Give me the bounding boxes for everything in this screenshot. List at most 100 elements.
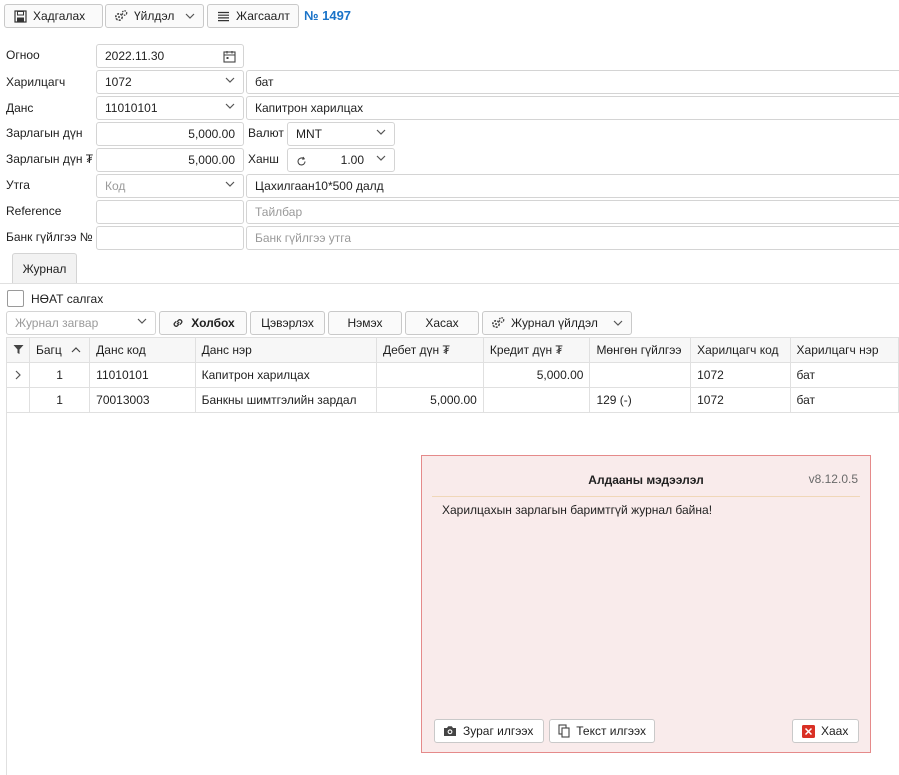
send-image-label: Зураг илгээх [463,724,534,738]
link-button-label: Холбох [191,316,235,330]
account-name-value: Капитрон харилцах [255,101,364,115]
journal-grid: Багц Данс код Данс нэр Дебет дүн ₮ Креди… [6,337,899,413]
dialog-title: Алдааны мэдээлэл [588,473,704,487]
account-code-value: 11010101 [105,101,158,115]
account-name-field[interactable]: Капитрон харилцах [246,96,899,120]
tab-divider [0,283,899,284]
purpose-label: Утга [6,178,30,192]
error-dialog: Алдааны мэдээлэл v8.12.0.5 Харилцахын за… [421,455,871,753]
currency-select[interactable]: MNT [287,122,395,146]
clear-button-label: Цэвэрлэх [261,316,314,330]
save-button[interactable]: Хадгалах [4,4,103,28]
cell-batch[interactable]: 1 [28,362,91,388]
clear-button[interactable]: Цэвэрлэх [250,311,325,335]
account-code-select[interactable]: 11010101 [96,96,244,120]
purpose-text-value: Цахилгаан10*500 далд [255,179,384,193]
dialog-divider [432,496,860,497]
amount-mnt-input[interactable]: 5,000.00 [96,148,244,172]
cell-account-code[interactable]: 70013003 [89,387,196,413]
bank-tx-desc-input[interactable]: Банк гүйлгээ утга [246,226,899,250]
gears-icon [491,316,505,330]
cell-cash-flow[interactable]: 129 (-) [589,387,692,413]
filter-icon[interactable] [11,342,25,356]
column-header-batch-label: Багц [36,342,62,357]
list-button[interactable]: Жагсаалт [207,4,299,28]
description-input[interactable]: Тайлбар [246,200,899,224]
cell-account-name[interactable]: Капитрон харилцах [194,362,378,388]
dialog-message: Харилцахын зарлагын баримтгүй журнал бай… [442,503,713,517]
add-button[interactable]: Нэмэх [328,311,402,335]
add-button-label: Нэмэх [347,316,383,330]
chevron-down-icon [376,129,386,135]
table-row[interactable]: 1 11010101 Капитрон харилцах 5,000.00 10… [6,362,899,388]
cell-cash-flow[interactable] [589,362,692,388]
cell-batch[interactable]: 1 [28,387,91,413]
tab-journal-label: Журнал [22,261,67,276]
refresh-icon[interactable] [294,154,308,168]
save-button-label: Хадгалах [33,9,86,23]
bank-tx-input[interactable] [96,226,244,250]
date-label: Огноо [6,48,40,62]
partner-name-value: бат [255,75,274,89]
purpose-code-select[interactable]: Код [96,174,244,198]
rate-input[interactable]: 1.00 [287,148,395,172]
amount-mnt-value: 5,000.00 [188,153,235,167]
purpose-text-field[interactable]: Цахилгаан10*500 далд [246,174,899,198]
partner-name-field[interactable]: бат [246,70,899,94]
cell-debit[interactable] [376,362,484,388]
cell-debit[interactable]: 5,000.00 [376,387,484,413]
cell-account-name[interactable]: Банкны шимтгэлийн зардал [194,387,378,413]
list-icon [216,9,230,23]
amount-input[interactable]: 5,000.00 [96,122,244,146]
vat-checkbox[interactable] [7,290,24,307]
bank-tx-label: Банк гүйлгээ № [6,230,93,244]
chevron-down-icon [376,155,386,161]
link-icon [171,316,185,330]
journal-template-select[interactable]: Журнал загвар [6,311,156,335]
rate-label: Ханш [248,152,279,166]
chevron-down-icon [225,77,235,83]
close-button[interactable]: Хаах [792,719,859,743]
cell-credit[interactable] [482,387,591,413]
cell-partner-name[interactable]: бат [789,387,899,413]
link-button[interactable]: Холбох [159,311,247,335]
calendar-icon[interactable] [222,49,236,63]
column-header-cash-flow[interactable]: Мөнгөн гүйлгээ [589,337,692,363]
bank-tx-desc-placeholder: Банк гүйлгээ утга [255,231,352,245]
send-image-button[interactable]: Зураг илгээх [434,719,544,743]
journal-template-placeholder: Журнал загвар [15,316,99,330]
cell-account-code[interactable]: 11010101 [89,362,196,388]
reference-label: Reference [6,204,62,218]
date-input[interactable]: 2022.11.30 [96,44,244,68]
partner-code-value: 1072 [105,75,132,89]
close-label: Хаах [821,724,849,738]
row-expander[interactable] [6,362,30,388]
cell-credit[interactable]: 5,000.00 [482,362,591,388]
cell-partner-name[interactable]: бат [789,362,899,388]
list-button-label: Жагсаалт [236,9,290,23]
gears-icon [114,9,128,23]
chevron-right-icon[interactable] [11,368,25,382]
partner-code-select[interactable]: 1072 [96,70,244,94]
filter-cell[interactable] [6,337,30,363]
journal-action-dropdown[interactable]: Журнал үйлдэл [482,311,632,335]
tab-journal[interactable]: Журнал [12,253,77,283]
cell-partner-code[interactable]: 1072 [690,362,791,388]
remove-button[interactable]: Хасах [405,311,479,335]
column-header-credit[interactable]: Кредит дүн ₮ [482,337,591,363]
amount-value: 5,000.00 [188,127,235,141]
reference-input[interactable] [96,200,244,224]
column-header-account-code[interactable]: Данс код [89,337,196,363]
column-header-batch[interactable]: Багц [28,337,91,363]
actions-dropdown-button[interactable]: Үйлдэл [105,4,204,28]
column-header-partner-name[interactable]: Харилцагч нэр [789,337,899,363]
table-row[interactable]: 1 70013003 Банкны шимтгэлийн зардал 5,00… [6,387,899,413]
send-text-button[interactable]: Текст илгээх [549,719,655,743]
column-header-account-name[interactable]: Данс нэр [194,337,378,363]
save-icon [13,9,27,23]
currency-label: Валют [248,126,284,140]
copy-icon [558,724,570,738]
column-header-partner-code[interactable]: Харилцагч код [690,337,791,363]
cell-partner-code[interactable]: 1072 [690,387,791,413]
column-header-debit[interactable]: Дебет дүн ₮ [376,337,484,363]
